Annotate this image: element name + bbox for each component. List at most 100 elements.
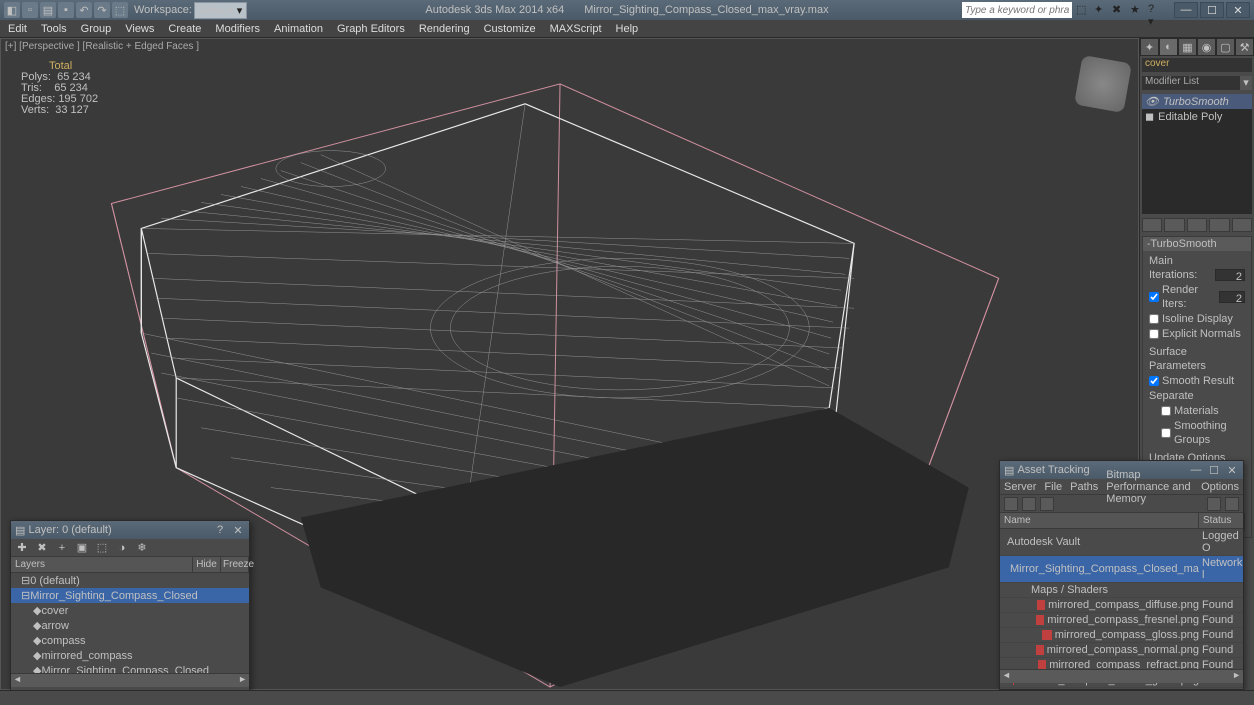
- stack-item-editablepoly[interactable]: ◼Editable Poly: [1142, 109, 1252, 124]
- new-icon[interactable]: ▫: [22, 2, 38, 18]
- save-icon[interactable]: ▪: [58, 2, 74, 18]
- render-iters-check[interactable]: [1149, 292, 1159, 302]
- modifier-list-dropdown[interactable]: Modifier List: [1142, 76, 1240, 90]
- refresh-icon[interactable]: [1004, 497, 1018, 511]
- show-result-button[interactable]: [1164, 218, 1184, 232]
- layer-row[interactable]: ◆ arrow: [11, 618, 249, 633]
- smoothing-groups-check[interactable]: [1161, 428, 1171, 438]
- menu-tools[interactable]: Tools: [41, 23, 67, 35]
- utilities-tab[interactable]: ⚒: [1235, 38, 1254, 56]
- menu-modifiers[interactable]: Modifiers: [215, 23, 260, 35]
- layer-row[interactable]: ◆ Mirror_Sighting_Compass_Closed: [11, 663, 249, 673]
- signin-icon[interactable]: ✦: [1094, 3, 1108, 17]
- exchange-icon[interactable]: ✖: [1112, 3, 1126, 17]
- hide-icon[interactable]: ◑: [115, 541, 129, 555]
- options-icon[interactable]: [1225, 497, 1239, 511]
- layer-manager-window[interactable]: ▤ Layer: 0 (default) ?✕ ✚ ✖ + ▣ ⬚ ◑ ❄ La…: [10, 520, 250, 695]
- configure-sets-button[interactable]: [1232, 218, 1252, 232]
- infocenter-icon[interactable]: ⬚: [1076, 3, 1090, 17]
- layer-row[interactable]: ◆ cover: [11, 603, 249, 618]
- delete-layer-icon[interactable]: ✖: [35, 541, 49, 555]
- modifier-stack[interactable]: 👁TurboSmooth ◼Editable Poly: [1142, 94, 1252, 214]
- asset-menu-bitmap-performance-and-memory[interactable]: Bitmap Performance and Memory: [1106, 469, 1193, 505]
- menu-help[interactable]: Help: [616, 23, 639, 35]
- search-input[interactable]: [962, 2, 1072, 18]
- status-icon[interactable]: [1207, 497, 1221, 511]
- help-icon[interactable]: ? ▾: [1148, 3, 1162, 17]
- render-iters-spinner[interactable]: 2: [1219, 291, 1245, 303]
- layer-row[interactable]: ◆ mirrored_compass: [11, 648, 249, 663]
- asset-menu-server[interactable]: Server: [1004, 481, 1036, 493]
- menu-customize[interactable]: Customize: [484, 23, 536, 35]
- menu-animation[interactable]: Animation: [274, 23, 323, 35]
- layer-scrollbar[interactable]: [11, 673, 249, 687]
- layer-col-name[interactable]: Layers: [11, 557, 193, 572]
- layer-close-button[interactable]: ✕: [231, 524, 245, 537]
- object-name-field[interactable]: cover: [1142, 58, 1252, 72]
- menu-create[interactable]: Create: [168, 23, 201, 35]
- open-icon[interactable]: ▤: [40, 2, 56, 18]
- stack-item-turbosmooth[interactable]: 👁TurboSmooth: [1142, 94, 1252, 109]
- menu-group[interactable]: Group: [81, 23, 112, 35]
- hierarchy-tab[interactable]: ▦: [1178, 38, 1197, 56]
- undo-icon[interactable]: ↶: [76, 2, 92, 18]
- layer-col-hide[interactable]: Hide: [193, 557, 221, 572]
- layer-window-titlebar[interactable]: ▤ Layer: 0 (default) ?✕: [11, 521, 249, 539]
- layer-row[interactable]: ⊟ 0 (default): [11, 573, 249, 588]
- layer-help-button[interactable]: ?: [213, 524, 227, 537]
- layer-row[interactable]: ⊟ Mirror_Sighting_Compass_Closed: [11, 588, 249, 603]
- link-icon[interactable]: ⬚: [112, 2, 128, 18]
- asset-row[interactable]: Autodesk VaultLogged O: [1000, 529, 1243, 556]
- display-tab[interactable]: ▢: [1216, 38, 1235, 56]
- modify-tab[interactable]: ◐: [1159, 38, 1178, 56]
- favorites-icon[interactable]: ★: [1130, 3, 1144, 17]
- app-icon[interactable]: ◧: [4, 2, 20, 18]
- maximize-button[interactable]: ☐: [1200, 2, 1224, 18]
- freeze-icon[interactable]: ❄: [135, 541, 149, 555]
- select-objects-icon[interactable]: ▣: [75, 541, 89, 555]
- layer-row[interactable]: ◆ compass: [11, 633, 249, 648]
- asset-col-status[interactable]: Status: [1199, 513, 1243, 528]
- smooth-result-check[interactable]: [1149, 376, 1159, 386]
- asset-close-button[interactable]: ✕: [1225, 464, 1239, 477]
- close-button[interactable]: ✕: [1226, 2, 1250, 18]
- layer-col-freeze[interactable]: Freeze: [221, 557, 249, 572]
- layer-list[interactable]: ⊟ 0 (default)⊟ Mirror_Sighting_Compass_C…: [11, 573, 249, 673]
- asset-maximize-button[interactable]: ☐: [1207, 464, 1221, 477]
- redo-icon[interactable]: ↷: [94, 2, 110, 18]
- tree-icon[interactable]: [1022, 497, 1036, 511]
- iterations-spinner[interactable]: 2: [1215, 269, 1245, 281]
- menu-maxscript[interactable]: MAXScript: [550, 23, 602, 35]
- asset-menu-paths[interactable]: Paths: [1070, 481, 1098, 493]
- new-layer-icon[interactable]: ✚: [15, 541, 29, 555]
- table-icon[interactable]: [1040, 497, 1054, 511]
- menu-graph-editors[interactable]: Graph Editors: [337, 23, 405, 35]
- menu-rendering[interactable]: Rendering: [419, 23, 470, 35]
- asset-row[interactable]: mirrored_compass_normal.pngFound: [1000, 643, 1243, 658]
- rollout-header[interactable]: - TurboSmooth: [1143, 237, 1251, 251]
- asset-scrollbar[interactable]: [1000, 669, 1243, 683]
- pin-stack-button[interactable]: [1142, 218, 1162, 232]
- asset-col-name[interactable]: Name: [1000, 513, 1199, 528]
- asset-row[interactable]: mirrored_compass_diffuse.pngFound: [1000, 598, 1243, 613]
- isoline-check[interactable]: [1149, 314, 1159, 324]
- minimize-button[interactable]: —: [1174, 2, 1198, 18]
- asset-row[interactable]: Maps / Shaders: [1000, 583, 1243, 598]
- explicit-check[interactable]: [1149, 329, 1159, 339]
- workspace-switcher[interactable]: Workspace: Default ▾: [134, 2, 247, 19]
- highlight-icon[interactable]: ⬚: [95, 541, 109, 555]
- create-tab[interactable]: ✦: [1140, 38, 1159, 56]
- asset-row[interactable]: Mirror_Sighting_Compass_Closed_max_vray.…: [1000, 556, 1243, 583]
- asset-menu-options[interactable]: Options: [1201, 481, 1239, 493]
- menu-edit[interactable]: Edit: [8, 23, 27, 35]
- make-unique-button[interactable]: [1187, 218, 1207, 232]
- add-to-layer-icon[interactable]: +: [55, 541, 69, 555]
- asset-menu-file[interactable]: File: [1044, 481, 1062, 493]
- asset-row[interactable]: mirrored_compass_fresnel.pngFound: [1000, 613, 1243, 628]
- motion-tab[interactable]: ◉: [1197, 38, 1216, 56]
- asset-row[interactable]: mirrored_compass_gloss.pngFound: [1000, 628, 1243, 643]
- modifier-list[interactable]: Modifier List▾: [1142, 76, 1252, 90]
- menu-views[interactable]: Views: [125, 23, 154, 35]
- asset-tracking-window[interactable]: ▤ Asset Tracking —☐✕ ServerFilePathsBitm…: [999, 460, 1244, 690]
- asset-list[interactable]: Autodesk VaultLogged OMirror_Sighting_Co…: [1000, 529, 1243, 669]
